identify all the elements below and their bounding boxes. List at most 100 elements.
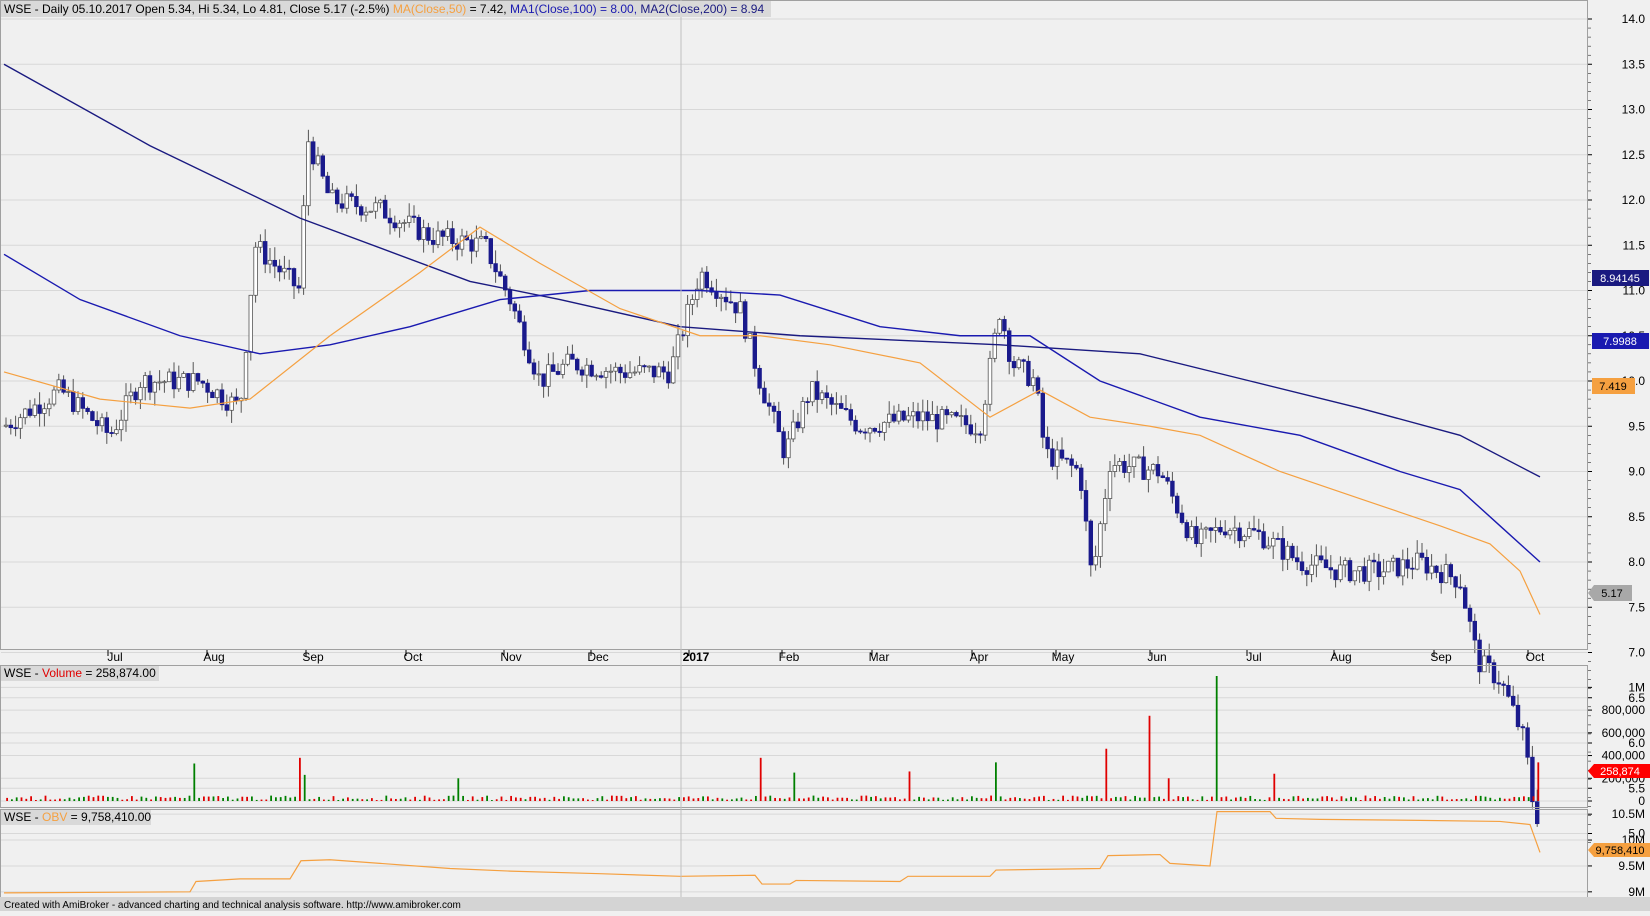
candle-body [632,371,637,374]
volume-bar [270,795,272,801]
volume-bar [759,757,762,801]
volume-bar [1110,798,1112,801]
candle-body [1155,464,1161,477]
candle-body [1515,704,1521,728]
candle-body [1093,556,1098,566]
volume-bar [1417,799,1420,801]
volume-bar [1484,796,1487,801]
volume-bar [284,795,287,801]
candle-body [1395,557,1401,577]
candle-body [95,420,100,427]
volume-bar [1182,797,1184,801]
volume-tick-label: 1M [1628,680,1645,694]
volume-bar [299,757,301,801]
volume-bar [1177,796,1180,801]
volume-bar [1374,796,1376,801]
volume-bar [1393,796,1396,801]
candle-body [1314,555,1319,566]
volume-bar [927,799,930,801]
volume-bar [375,800,378,801]
candle-body [421,227,426,240]
volume-bar [990,795,992,801]
obv-pane[interactable] [0,809,1588,897]
volume-bar [183,797,186,801]
volume-bar [150,799,152,801]
volume-bar [563,796,565,801]
volume-bar [1441,796,1444,801]
price-pane[interactable] [0,0,1588,650]
candle-body [1208,527,1213,531]
volume-bar [1292,796,1295,801]
candle-body [1405,559,1410,569]
volume-bar [779,798,781,801]
volume-bar [15,797,18,801]
candle-body [195,373,201,382]
volume-bar [1191,799,1194,801]
candle-body [843,408,849,411]
volume-bar [553,796,556,801]
svg-text:258,874: 258,874 [1600,766,1640,778]
volume-bar [707,796,709,801]
candle-body [733,302,738,314]
volume-bar [1019,798,1021,801]
candle-body [536,373,541,376]
volume-bar [49,799,52,801]
volume-bar [841,797,844,801]
volume-bar [1302,798,1304,801]
volume-bar [1239,796,1242,801]
volume-bar [769,795,772,801]
candle-body [282,267,287,273]
candle-body [277,265,282,273]
svg-text:5.17: 5.17 [1601,588,1622,600]
volume-bar [793,772,796,801]
volume-bar [356,798,359,801]
candle-body [1530,756,1535,803]
x-tick-label: Sep [1430,650,1452,664]
volume-bar [11,799,13,801]
candle-body [1098,523,1103,557]
volume-bar [212,796,215,801]
candle-body [723,296,729,303]
volume-bar [1124,796,1127,801]
volume-bar [1537,762,1540,801]
volume-bar [1335,799,1338,801]
volume-bar [236,798,239,801]
candle-body [397,222,402,229]
candle-body [483,235,489,240]
candle-body [1386,560,1391,573]
candle-body [1299,561,1305,572]
candle-body [1424,557,1429,574]
candle-body [286,267,292,270]
candle-body [1064,457,1069,460]
volume-bar [1523,796,1525,801]
price-tick-label: 9.5 [1628,419,1645,433]
candle-body [872,427,877,432]
candle-body [310,141,316,165]
x-tick-label: Jun [1147,650,1166,664]
obv-title: WSE - OBV = 9,758,410.00 [4,810,151,824]
price-tick-label: 8.0 [1628,555,1645,569]
volume-bar [140,796,143,801]
candle-body [344,193,349,209]
volume-bar [1446,799,1448,801]
candle-body [315,155,321,165]
candle-body [915,411,921,422]
candle-body [512,303,517,312]
volume-bar [371,798,373,801]
candle-body [176,376,181,390]
volume-bar [337,799,340,801]
candle-body [704,271,709,289]
candle-body [354,196,359,208]
volume-bar [1230,799,1232,801]
candle-body [243,352,249,399]
candle-body [1040,392,1045,438]
candle-body [1251,528,1257,531]
candle-body [114,429,119,434]
candle-body [493,263,498,273]
x-tick-label: Aug [1330,650,1351,664]
candle-body [810,381,815,403]
volume-bar [6,797,8,801]
candle-body [459,235,465,250]
candle-body [925,411,930,422]
volume-bar [25,798,28,801]
